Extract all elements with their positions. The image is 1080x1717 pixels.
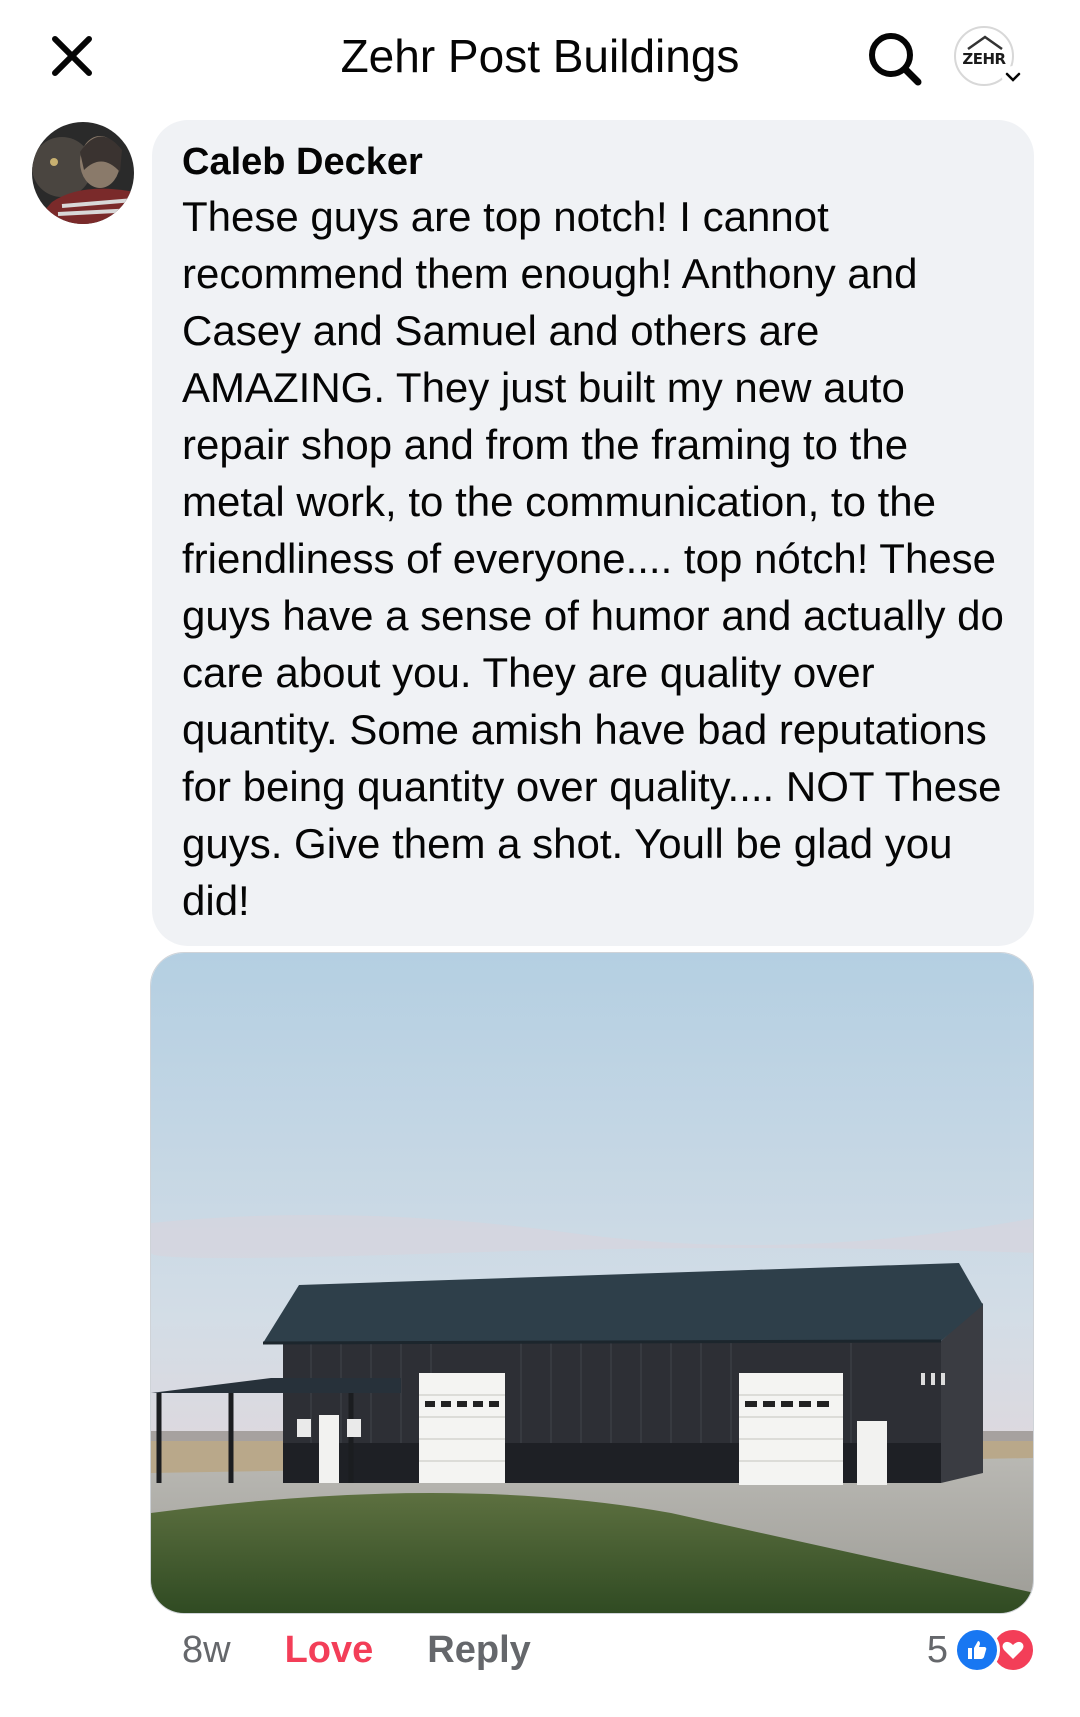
- reaction-count: 5: [926, 1628, 948, 1671]
- search-icon: [869, 33, 922, 86]
- comment-timestamp: 8w: [182, 1628, 231, 1671]
- reaction-summary[interactable]: 5: [927, 1624, 1036, 1676]
- close-button[interactable]: [40, 24, 104, 88]
- love-button[interactable]: Love: [285, 1629, 374, 1672]
- top-bar: Zehr Post Buildings ZEHR: [0, 0, 1080, 118]
- profile-switcher[interactable]: ZEHR: [950, 22, 1030, 94]
- like-icon: [954, 1627, 1000, 1673]
- reply-button[interactable]: Reply: [427, 1629, 530, 1672]
- chevron-down-icon: [1002, 66, 1024, 88]
- search-button[interactable]: [862, 26, 928, 92]
- page-title: Zehr Post Buildings: [340, 30, 740, 82]
- comment-author[interactable]: Caleb Decker: [182, 138, 1004, 186]
- logo-text: ZEHR: [962, 50, 1006, 68]
- comment-text: These guys are top notch! I cannot recom…: [182, 193, 1004, 924]
- comment-photo[interactable]: [150, 952, 1034, 1614]
- roof-icon: [967, 35, 1003, 50]
- reaction-icons: [954, 1627, 1036, 1673]
- comment-bubble: Caleb Decker These guys are top notch! I…: [152, 120, 1034, 946]
- avatar[interactable]: [32, 122, 134, 224]
- close-icon: [52, 36, 92, 76]
- comment-actions: 8w Love Reply: [182, 1622, 531, 1678]
